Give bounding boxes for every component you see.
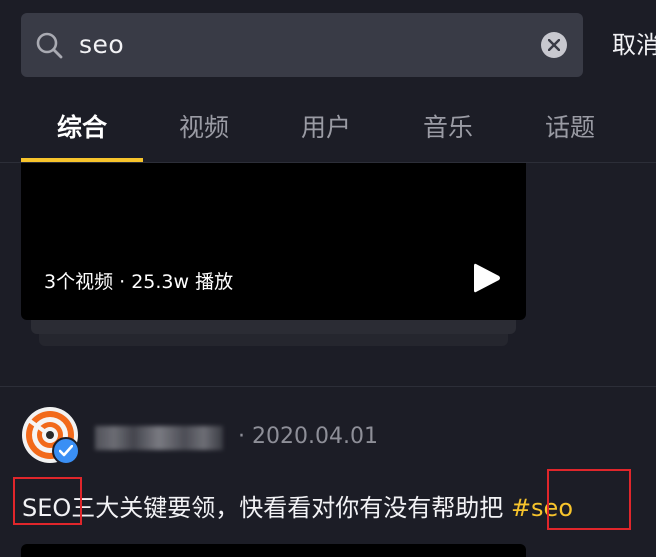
clear-search-button[interactable] xyxy=(541,32,567,58)
post-date: · 2020.04.01 xyxy=(238,424,378,449)
tab-videos[interactable]: 视频 xyxy=(143,100,265,156)
verified-badge xyxy=(52,437,80,465)
cancel-button[interactable]: 取消 xyxy=(612,13,656,77)
clear-icon xyxy=(548,39,560,51)
post-caption[interactable]: SEO三大关键要领，快看看对你有没有帮助把 #seo xyxy=(22,488,573,523)
search-bar[interactable]: seo xyxy=(21,13,583,77)
caption-text: 三大关键要领，快看看对你有没有帮助把 xyxy=(71,494,504,522)
tab-comprehensive[interactable]: 综合 xyxy=(21,100,143,156)
search-results-page: seo 取消 综合 视频 用户 音乐 话题 3个视频 · 25.3w 播放 · … xyxy=(0,0,656,557)
play-icon[interactable] xyxy=(472,261,502,295)
highlight-box-keyword xyxy=(13,477,82,525)
date-separator: · xyxy=(238,424,245,449)
tab-topics[interactable]: 话题 xyxy=(509,100,631,156)
next-video-card[interactable] xyxy=(21,544,526,557)
highlight-box-hashtag xyxy=(547,469,631,530)
username-blurred[interactable] xyxy=(95,426,223,450)
collection-stack-layer xyxy=(31,320,516,334)
date-value: 2020.04.01 xyxy=(252,424,378,449)
tab-users[interactable]: 用户 xyxy=(265,100,387,156)
collection-stack-layer xyxy=(39,334,508,346)
search-icon xyxy=(36,32,63,59)
section-divider xyxy=(0,386,656,387)
tab-music[interactable]: 音乐 xyxy=(387,100,509,156)
verified-icon xyxy=(59,445,73,457)
result-tabs: 综合 视频 用户 音乐 话题 xyxy=(0,100,656,162)
search-input[interactable]: seo xyxy=(79,13,124,77)
video-collection-meta: 3个视频 · 25.3w 播放 xyxy=(44,271,234,293)
video-collection-card[interactable] xyxy=(21,163,526,320)
